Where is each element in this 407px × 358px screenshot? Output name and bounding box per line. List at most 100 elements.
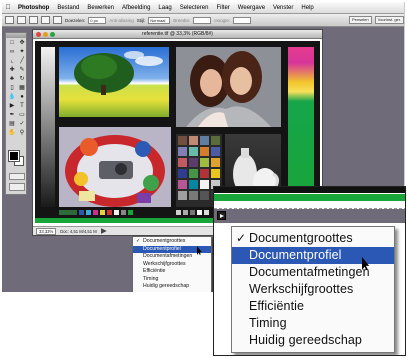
menu-item-huidig-gereedschap[interactable]: Huidig gereedschap <box>133 283 211 291</box>
menu-item-label: Werkschijfgroottes <box>249 282 354 296</box>
screen-mode-button[interactable] <box>9 183 25 191</box>
eyedropper-tool-icon[interactable]: ✓ <box>17 120 27 129</box>
add-selection-icon[interactable] <box>29 16 38 24</box>
swatch-dark-grey <box>190 210 195 215</box>
document-title: referentie.tif @ 33,3% (RGB/8#) <box>142 31 213 37</box>
bottom-swatch-row <box>59 210 133 215</box>
menu-help[interactable]: Help <box>297 5 317 11</box>
menu-item-label: Timing <box>249 316 287 330</box>
triangle-right-icon[interactable] <box>100 228 107 234</box>
triangle-right-icon[interactable] <box>217 211 226 220</box>
feather-input[interactable]: 0 px <box>88 16 107 24</box>
foreground-color-swatch[interactable] <box>8 150 20 162</box>
clone-stamp-tool-icon[interactable]: ♣ <box>7 75 17 84</box>
quick-mask-button[interactable] <box>9 173 25 180</box>
width-label: Breedte: <box>173 17 191 23</box>
menu-laag[interactable]: Laag <box>154 5 175 11</box>
subtract-selection-icon[interactable] <box>41 16 50 24</box>
menu-afbeelding[interactable]: Afbeelding <box>118 5 154 11</box>
menu-photoshop[interactable]: Photoshop <box>14 5 53 11</box>
apple-icon[interactable]:  <box>2 4 14 11</box>
zoom-field[interactable]: 33,33% <box>36 227 57 235</box>
menu-bestand[interactable]: Bestand <box>53 5 83 11</box>
menu-item-timing[interactable]: Timing <box>133 276 211 284</box>
inset-canvas-edge <box>214 187 405 209</box>
antialias-checkbox[interactable]: Anti-aliasing <box>109 18 134 23</box>
portrait-photo <box>176 47 281 127</box>
blur-tool-icon[interactable]: 💧 <box>7 93 17 102</box>
swatch-white <box>114 210 119 215</box>
status-popup-menu: ✓ Documentgroottes Documentprofiel Docume… <box>132 236 212 292</box>
grey-ramp-strip <box>41 47 55 207</box>
swatch-pale-grey <box>204 210 209 215</box>
menu-item-label: Huidig gereedschap <box>143 283 190 289</box>
type-tool-icon[interactable]: T <box>17 102 27 111</box>
toolbox: □ ✥ ∞ ✦ ⌞ ╱ ✚ ✎ ♣ ↻ ▯ ▦ 💧 ● ▶ T ✒ ▭ ▤ ✓ … <box>5 32 27 195</box>
swatch-mid-grey <box>183 210 188 215</box>
menu-item-werkschijfgroottes[interactable]: Werkschijfgroottes <box>133 261 211 269</box>
crop-tool-icon[interactable]: ⌞ <box>7 57 17 66</box>
style-label: Stijl: <box>136 17 146 23</box>
height-input[interactable] <box>233 16 252 24</box>
menu-item-documentprofiel[interactable]: Documentprofiel <box>232 247 394 264</box>
hand-tool-icon[interactable]: ✋ <box>7 129 17 138</box>
swatch-yellow <box>100 210 105 215</box>
magic-wand-tool-icon[interactable]: ✦ <box>17 48 27 57</box>
menu-item-werkschijfgroottes[interactable]: Werkschijfgroottes <box>232 281 394 298</box>
menu-weergave[interactable]: Weergave <box>234 5 269 11</box>
two-women-illustration <box>186 51 271 127</box>
lasso-tool-icon[interactable]: ∞ <box>7 48 17 57</box>
doc-size-status: Doc: 4,51 M/4,51 M <box>60 228 97 234</box>
landscape-photo <box>59 47 169 117</box>
menu-selecteren[interactable]: Selecteren <box>176 5 213 11</box>
inset-status-bar <box>214 209 405 223</box>
path-selection-tool-icon[interactable]: ▶ <box>7 102 17 111</box>
height-label: Hoogte: <box>214 17 231 23</box>
pen-tool-icon[interactable]: ✒ <box>7 111 17 120</box>
brush-tool-icon[interactable]: ✎ <box>17 66 27 75</box>
swatch-white-2 <box>197 210 202 215</box>
options-bar: Doezelen: 0 px Anti-aliasing Stijl: Norm… <box>2 14 404 27</box>
menu-item-efficientie[interactable]: Efficiëntie <box>232 298 394 315</box>
brushes-palette-tab[interactable]: Penselen <box>348 16 372 24</box>
menu-item-documentafmetingen[interactable]: Documentafmetingen <box>232 264 394 281</box>
menu-item-label: Documentafmetingen <box>249 265 370 279</box>
intersect-selection-icon[interactable] <box>53 16 62 24</box>
shape-tool-icon[interactable]: ▭ <box>17 111 27 120</box>
feather-label: Doezelen: <box>65 17 86 23</box>
zoom-tool-icon[interactable]: ⚲ <box>17 129 27 138</box>
menu-item-efficientie[interactable]: Efficiëntie <box>133 268 211 276</box>
zoom-inset: ✓ Documentgroottes Documentprofiel Docume… <box>213 186 406 356</box>
menu-item-timing[interactable]: Timing <box>232 315 394 332</box>
menu-item-label: Documentafmetingen <box>143 253 193 259</box>
menu-venster[interactable]: Venster <box>269 5 297 11</box>
tool-preset-button[interactable] <box>5 16 14 24</box>
menu-item-documentgroottes[interactable]: ✓ Documentgroottes <box>133 238 211 246</box>
menu-filter[interactable]: Filter <box>212 5 233 11</box>
checkmark-icon: ✓ <box>136 238 141 244</box>
style-select[interactable]: Normaal <box>148 16 171 24</box>
menu-item-label: Werkschijfgroottes <box>143 260 186 267</box>
slice-tool-icon[interactable]: ╱ <box>17 57 27 66</box>
notes-tool-icon[interactable]: ▤ <box>7 120 17 129</box>
swatch-magenta <box>93 210 98 215</box>
color-ramp-bar <box>288 47 314 207</box>
marquee-tool-icon[interactable]: □ <box>7 39 17 48</box>
menu-bewerken[interactable]: Bewerken <box>83 5 118 11</box>
still-life-photo <box>59 127 171 207</box>
width-input[interactable] <box>193 16 212 24</box>
bottom-swatch-row-right <box>176 210 209 215</box>
new-selection-icon[interactable] <box>17 16 26 24</box>
gradient-tool-icon[interactable]: ▦ <box>17 84 27 93</box>
history-brush-tool-icon[interactable]: ↻ <box>17 75 27 84</box>
menu-item-documentafmetingen[interactable]: Documentafmetingen <box>133 253 211 261</box>
dodge-tool-icon[interactable]: ● <box>17 93 27 102</box>
menu-item-documentgroottes[interactable]: ✓ Documentgroottes <box>232 230 394 247</box>
healing-brush-tool-icon[interactable]: ✚ <box>7 66 17 75</box>
tool-presets-palette-tab[interactable]: Voorinst. ger. <box>374 16 404 24</box>
status-popup-menu-zoomed: ✓ Documentgroottes Documentprofiel Docume… <box>231 226 395 353</box>
eraser-tool-icon[interactable]: ▯ <box>7 84 17 93</box>
document-title-bar[interactable]: referentie.tif @ 33,3% (RGB/8#) <box>33 30 322 39</box>
menu-item-huidig-gereedschap[interactable]: Huidig gereedschap <box>232 332 394 349</box>
move-tool-icon[interactable]: ✥ <box>17 39 27 48</box>
